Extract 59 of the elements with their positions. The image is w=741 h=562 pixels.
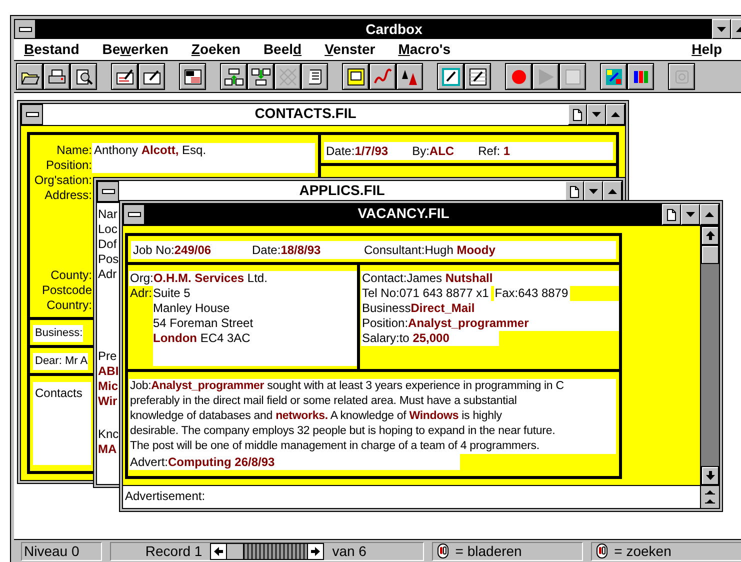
address-line: Suite 5 (153, 286, 192, 301)
job-description[interactable]: Job:Analyst_programmer sought with at least 3 years experience in programming in C preferably in the direct mail field or some related area. Must have a substantial knowledge of databases and networks. A knowledge of Windows is highly desirable. The company employs 32 people but is hoping to expand in the near future. The post will be one of middle management in charge of a team of 4 programmers. (129, 379, 616, 454)
form-field[interactable]: Date:18/8/93 (250, 243, 362, 257)
field-text: Nar (98, 207, 118, 222)
status-level: Niveau 0 (21, 542, 102, 560)
window-title: CONTACTS.FIL (254, 104, 358, 123)
record-number: Record 1 (145, 542, 202, 560)
form-field[interactable]: Job No:249/06 (131, 243, 250, 257)
form-field[interactable]: BusinessDirect_Mail (361, 301, 619, 316)
field-text: Adr (98, 267, 118, 282)
form-field[interactable]: Salary:to 25,000 (361, 331, 499, 346)
business-field[interactable]: Business: (33, 325, 83, 342)
name-field[interactable]: Anthony Alcott, Esq. (92, 143, 315, 158)
field-label: Org'sation: (33, 173, 92, 188)
status-hint: = zoeken (614, 542, 672, 560)
field-text: Pos (98, 252, 120, 267)
advert-field[interactable]: Advert:Computing 26/8/93 (129, 454, 460, 470)
menu-item[interactable]: Beeld (259, 40, 311, 59)
menu-item[interactable]: Help (688, 40, 731, 59)
field-text: Wir (98, 394, 118, 409)
address-line: London EC4 3AC (153, 331, 252, 346)
field-text: Pre (98, 349, 118, 364)
field-text: Dof (98, 237, 118, 252)
menu-item[interactable]: Bestand (20, 40, 88, 59)
field-text: Knc (98, 427, 120, 442)
window-title: Cardbox (364, 20, 424, 39)
menu-item[interactable]: Venster (320, 40, 384, 59)
form-field[interactable]: Contact:James Nutshall (361, 271, 619, 286)
menu-item[interactable]: Bewerken (98, 40, 178, 59)
address-line: Manley House (153, 301, 231, 316)
field-text: Loc (98, 222, 118, 237)
field-label: County: (50, 268, 92, 283)
record-count: van 6 (332, 542, 366, 560)
status-hint: = bladeren (455, 542, 522, 560)
field-text: ABI (98, 364, 120, 379)
field-text: MA (98, 442, 118, 457)
field-label: Position: (44, 158, 92, 173)
form-field[interactable]: Ref: 1 (476, 144, 510, 158)
form-field[interactable]: Fax:643 8879 (494, 286, 570, 301)
form-field[interactable]: Date:1/7/93 (324, 144, 388, 158)
address-field[interactable]: Suite 5 Manley House 54 Foreman Street London EC4 3AC (153, 286, 357, 366)
field-label: Adr: (129, 286, 153, 302)
window-title: APPLICS.FIL (298, 181, 386, 200)
form-field[interactable]: Position:Analyst_programmer (361, 316, 619, 331)
salutation-field[interactable]: Dear: Mr A (33, 353, 88, 370)
window-title: VACANCY.FIL (356, 204, 450, 223)
form-field[interactable]: Tel No:071 643 8877 x1 (361, 286, 491, 301)
field-label: Postcode (40, 283, 92, 298)
form-field[interactable]: By:ALC (410, 144, 454, 158)
field-label: Country: (46, 298, 92, 313)
organisation-field[interactable]: Org:O.H.M. Services Ltd. (129, 271, 357, 286)
address-line: 54 Foreman Street (153, 316, 254, 331)
form-field[interactable]: Consultant:Hugh Moody (362, 243, 496, 257)
field-label: Name: (56, 143, 92, 158)
field-text: Mic (98, 379, 120, 394)
notes-field[interactable]: Contacts (33, 382, 91, 465)
field-label: Address: (44, 188, 92, 203)
menu-item[interactable]: Macro's (394, 40, 460, 59)
menu-item[interactable]: Zoeken (187, 40, 250, 59)
